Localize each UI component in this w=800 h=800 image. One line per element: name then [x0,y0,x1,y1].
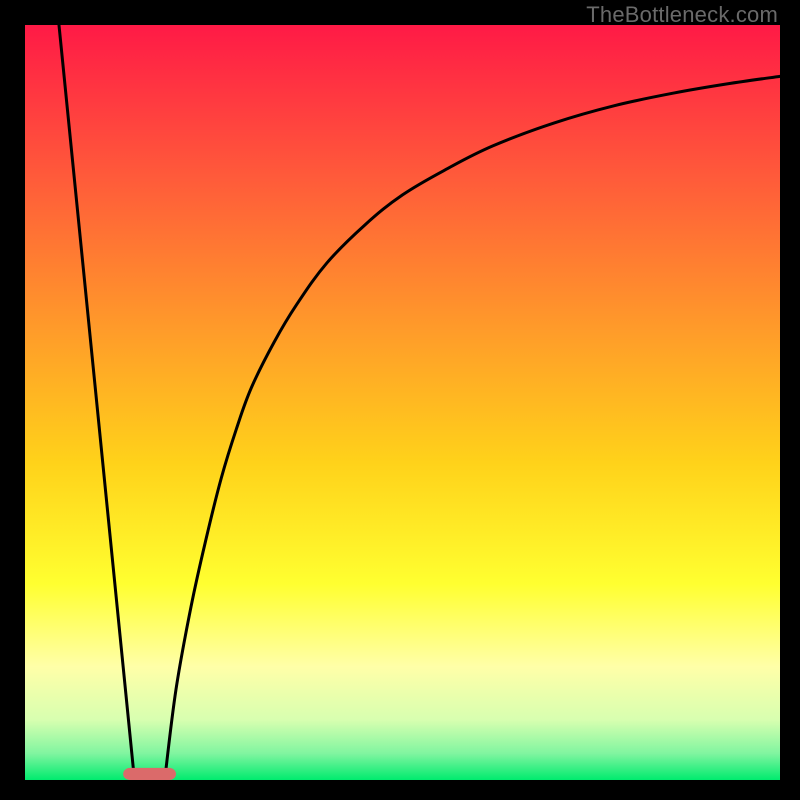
plot-area [25,25,780,780]
watermark-text: TheBottleneck.com [586,2,778,28]
plot-svg [25,25,780,780]
gradient-background [25,25,780,780]
chart-frame: TheBottleneck.com [0,0,800,800]
minimum-marker [123,768,176,780]
